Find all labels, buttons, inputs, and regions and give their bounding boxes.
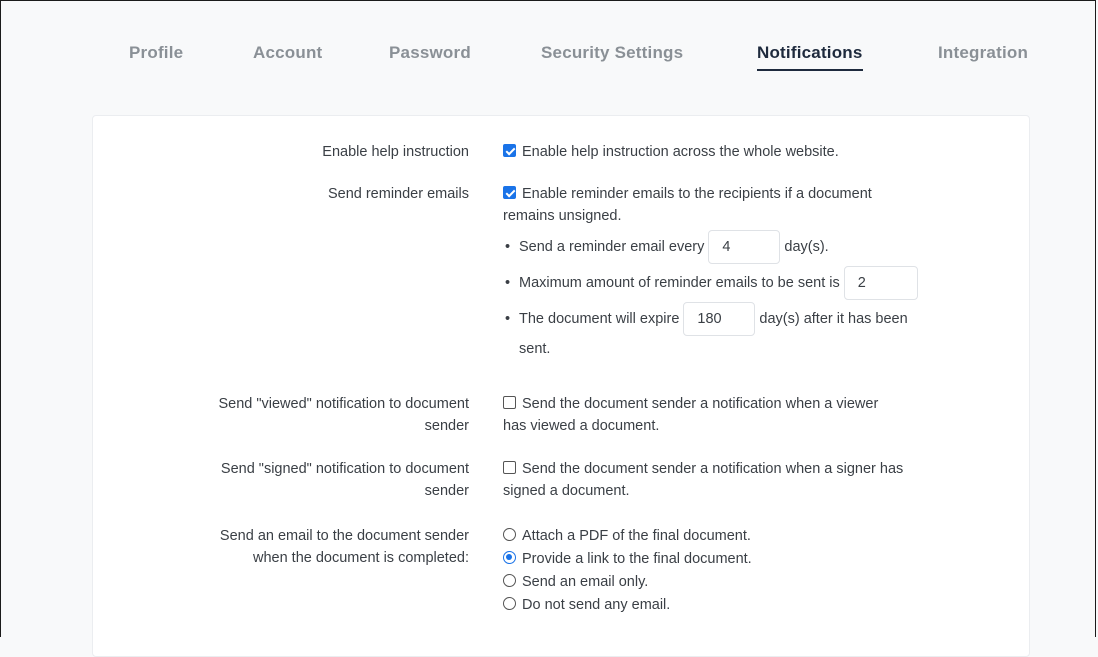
radio-no-email-label: Do not send any email. (522, 597, 671, 613)
bullet-icon: • (505, 274, 511, 291)
tab-security-settings[interactable]: Security Settings (541, 43, 683, 63)
radio-option-email-only[interactable]: Send an email only. (503, 571, 983, 594)
help-instruction-text: Enable help instruction across the whole… (522, 144, 839, 160)
radio-attach-pdf[interactable] (503, 528, 516, 541)
radio-email-only[interactable] (503, 574, 516, 587)
completed-email-label-2: when the document is completed: (252, 550, 469, 566)
reminder-emails-checkbox[interactable] (503, 186, 516, 199)
reminder-frequency-suffix: day(s). (784, 238, 829, 255)
reminder-max-input[interactable]: 2 (843, 266, 918, 300)
signed-notification-control: Send the document sender a notification … (503, 458, 983, 502)
radio-option-provide-link[interactable]: Provide a link to the final document. (503, 548, 983, 571)
reminder-frequency-item: • Send a reminder email every 4 day(s). (505, 230, 829, 264)
reminder-frequency-prefix: Send a reminder email every (519, 238, 705, 255)
viewed-notification-text-2: has viewed a document. (503, 418, 660, 434)
window-frame: Profile Account Password Security Settin… (0, 0, 1096, 657)
expiry-item-wrap: sent. (519, 341, 550, 357)
completed-email-options: Attach a PDF of the final document. Prov… (503, 525, 983, 617)
radio-option-attach-pdf[interactable]: Attach a PDF of the final document. (503, 525, 983, 548)
reminder-emails-control: Enable reminder emails to the recipients… (503, 183, 983, 227)
expiry-input[interactable]: 180 (683, 302, 756, 336)
viewed-notification-label: Send "viewed" notification to document s… (129, 393, 469, 437)
radio-no-email[interactable] (503, 597, 516, 610)
tab-notifications[interactable]: Notifications (757, 43, 863, 71)
notifications-card: Enable help instruction Enable help inst… (92, 115, 1030, 657)
help-instruction-control: Enable help instruction across the whole… (503, 141, 983, 163)
completed-email-label-1: Send an email to the document sender (219, 528, 469, 544)
completed-email-label: Send an email to the document sender whe… (129, 525, 469, 569)
reminder-frequency-input[interactable]: 4 (708, 230, 781, 264)
signed-notification-text-2: signed a document. (503, 483, 630, 499)
reminder-emails-label: Send reminder emails (327, 186, 469, 202)
viewed-notification-label-2: sender (424, 418, 469, 434)
reminder-max-prefix: Maximum amount of reminder emails to be … (519, 274, 840, 291)
radio-option-no-email[interactable]: Do not send any email. (503, 594, 983, 617)
viewed-notification-checkbox[interactable] (503, 396, 516, 409)
reminder-max-item: • Maximum amount of reminder emails to be… (505, 266, 922, 300)
settings-tabs: Profile Account Password Security Settin… (1, 43, 1095, 73)
expiry-item: • The document will expire 180 day(s) after… (505, 302, 908, 336)
reminder-emails-text-1: Enable reminder emails to the recipients… (522, 186, 872, 202)
viewed-notification-control: Send the document sender a notification … (503, 393, 983, 437)
radio-attach-pdf-label: Attach a PDF of the final document. (522, 528, 751, 544)
tab-account[interactable]: Account (253, 43, 322, 63)
expiry-suffix-1: day(s) after it has been (759, 310, 908, 327)
signed-notification-label-2: sender (424, 483, 469, 499)
radio-provide-link[interactable] (503, 551, 516, 564)
signed-notification-label: Send "signed" notification to document s… (129, 458, 469, 502)
bullet-icon: • (505, 310, 511, 327)
expiry-suffix-2: sent. (519, 341, 551, 357)
radio-provide-link-label: Provide a link to the final document. (522, 551, 752, 567)
viewed-notification-label-1: Send "viewed" notification to document (218, 396, 469, 412)
reminder-emails-text-2: remains unsigned. (503, 208, 622, 224)
viewed-notification-text-1: Send the document sender a notification … (522, 396, 879, 412)
signed-notification-checkbox[interactable] (503, 461, 516, 474)
signed-notification-text-1: Send the document sender a notification … (522, 461, 904, 477)
expiry-prefix: The document will expire (519, 310, 680, 327)
radio-email-only-label: Send an email only. (522, 574, 649, 590)
help-instruction-label: Enable help instruction (322, 144, 469, 160)
help-instruction-checkbox[interactable] (503, 144, 516, 157)
signed-notification-label-1: Send "signed" notification to document (220, 461, 469, 477)
bullet-icon: • (505, 238, 511, 255)
tab-password[interactable]: Password (389, 43, 471, 63)
tab-profile[interactable]: Profile (129, 43, 183, 63)
tab-integration[interactable]: Integration (938, 43, 1028, 63)
